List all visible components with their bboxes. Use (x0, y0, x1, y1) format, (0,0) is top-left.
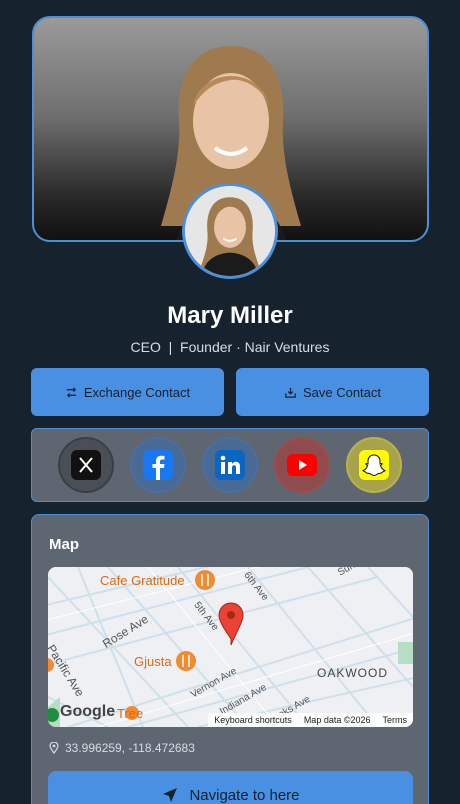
map-place-gjusta[interactable]: Gjusta (134, 654, 172, 669)
map-attribution-bar: Keyboard shortcuts Map data ©2026 Terms (208, 713, 413, 727)
profile-name: Mary Miller (167, 302, 293, 329)
profile-subtitle: CEO | Founder · Nair Ventures (130, 339, 330, 355)
exchange-contact-button[interactable]: Exchange Contact (31, 368, 224, 416)
map-title: Map (49, 536, 79, 553)
snapchat-icon (359, 450, 389, 480)
exchange-contact-label: Exchange Contact (83, 384, 191, 400)
linkedin-icon (215, 450, 245, 480)
map-view[interactable]: Cafe Gratitude Gjusta Tree Pacific Ave R… (48, 567, 413, 727)
map-data-credit: Map data ©2026 (303, 715, 371, 725)
coordinates-text: 33.996259, -118.472683 (65, 741, 195, 755)
google-logo: Google (60, 703, 116, 720)
navigation-arrow-icon (163, 788, 178, 802)
social-youtube-button[interactable] (274, 437, 330, 493)
keyboard-shortcuts-link[interactable]: Keyboard shortcuts (214, 715, 292, 725)
contact-card-page: Mary Miller CEO | Founder · Nair Venture… (0, 0, 460, 804)
download-icon (285, 387, 296, 398)
social-snapchat-button[interactable] (346, 437, 402, 493)
map-card: Map Cafe Gratitude Gjusta Tree Pacific A… (31, 514, 429, 804)
map-place-cafe-gratitude[interactable]: Cafe Gratitude (100, 573, 185, 588)
location-pin-icon (49, 742, 59, 754)
navigate-button[interactable]: Navigate to here (48, 771, 413, 804)
exchange-icon (66, 386, 77, 398)
save-contact-label: Save Contact (302, 384, 382, 400)
social-x-button[interactable] (58, 437, 114, 493)
avatar-image (185, 186, 275, 276)
x-icon (71, 450, 101, 480)
social-links (31, 428, 429, 502)
social-facebook-button[interactable] (130, 437, 186, 493)
terms-link[interactable]: Terms (383, 715, 408, 725)
youtube-icon (287, 454, 317, 476)
map-neighborhood-label: OAKWOOD (317, 666, 389, 680)
coordinates-row: 33.996259, -118.472683 (49, 741, 195, 755)
map-place-tree[interactable]: Tree (117, 706, 143, 721)
navigate-label: Navigate to here (189, 786, 300, 804)
save-contact-button[interactable]: Save Contact (236, 368, 429, 416)
profile-avatar (182, 183, 278, 279)
facebook-icon (143, 450, 173, 480)
social-linkedin-button[interactable] (202, 437, 258, 493)
